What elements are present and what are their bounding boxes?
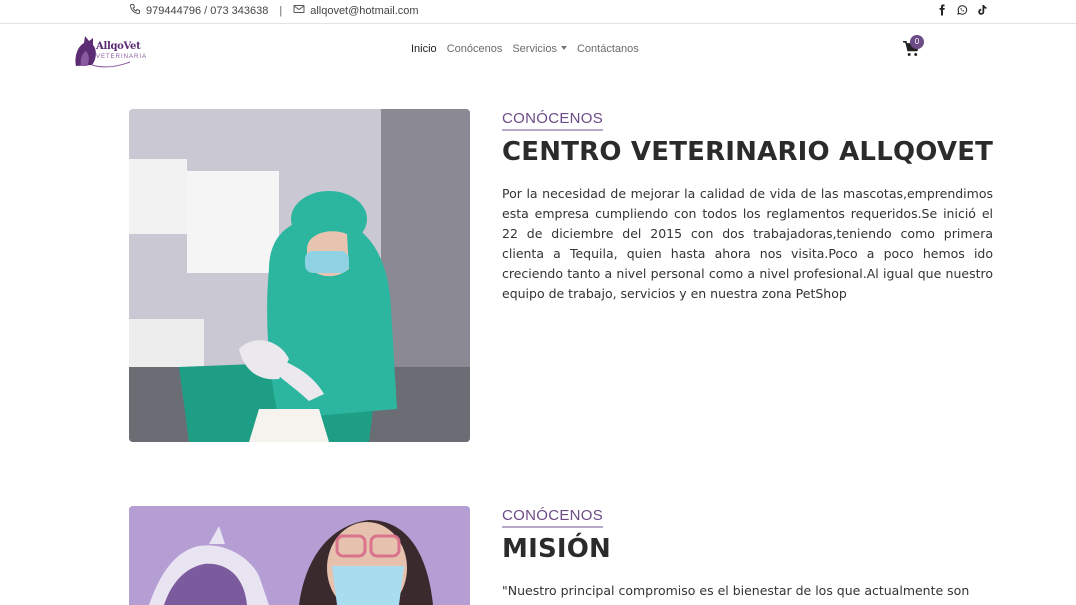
nav-item-servicios[interactable]: Servicios: [512, 43, 567, 55]
chevron-down-icon: [560, 46, 567, 50]
nav-item-servicios-label: Servicios: [512, 43, 557, 55]
section-body-mission: "Nuestro principal compromiso es el bien…: [502, 583, 970, 598]
nav-item-inicio[interactable]: Inicio: [411, 43, 437, 55]
separator: |: [279, 4, 283, 17]
brand-name: AllqoVet: [96, 41, 141, 52]
brand-tagline: VETERINARIA: [96, 54, 148, 60]
vet-surgery-photo: [129, 109, 470, 442]
nav-item-conocenos[interactable]: Conócenos: [447, 43, 503, 55]
contact-info: 979444796 / 073 343638 | allqovet@hotmai…: [129, 3, 419, 18]
nav-item-contactanos[interactable]: Contáctanos: [577, 43, 639, 55]
email-link[interactable]: allqovet@hotmail.com: [310, 5, 418, 17]
phone-icon: [129, 3, 146, 18]
cart-count-badge: 0: [910, 35, 924, 49]
facebook-icon[interactable]: [936, 4, 948, 16]
mail-icon: [293, 3, 310, 18]
section-title-mission: MISIÓN: [502, 534, 612, 564]
social-links: [936, 4, 988, 16]
section-eyebrow-about: CONÓCENOS: [502, 110, 604, 131]
section-title-about: CENTRO VETERINARIO ALLQOVET: [502, 137, 994, 167]
top-contact-bar: 979444796 / 073 343638 | allqovet@hotmai…: [0, 0, 1076, 24]
veterinarian-illustration: [129, 109, 470, 442]
nav-menu: Inicio Conócenos Servicios Contáctanos: [411, 43, 639, 55]
section-body-about: Por la necesidad de mejorar la calidad d…: [502, 186, 993, 301]
main-navbar: AllqoVet VETERINARIA Inicio Conócenos Se…: [0, 25, 1076, 77]
tiktok-icon[interactable]: [976, 4, 988, 16]
brand-logo[interactable]: AllqoVet VETERINARIA: [72, 32, 148, 70]
section-eyebrow-mission: CONÓCENOS: [502, 507, 604, 528]
phone-numbers[interactable]: 979444796 / 073 343638: [146, 5, 268, 17]
whatsapp-icon[interactable]: [956, 4, 968, 16]
mission-photo: [129, 506, 470, 605]
staff-with-mask-illustration: [129, 506, 470, 605]
